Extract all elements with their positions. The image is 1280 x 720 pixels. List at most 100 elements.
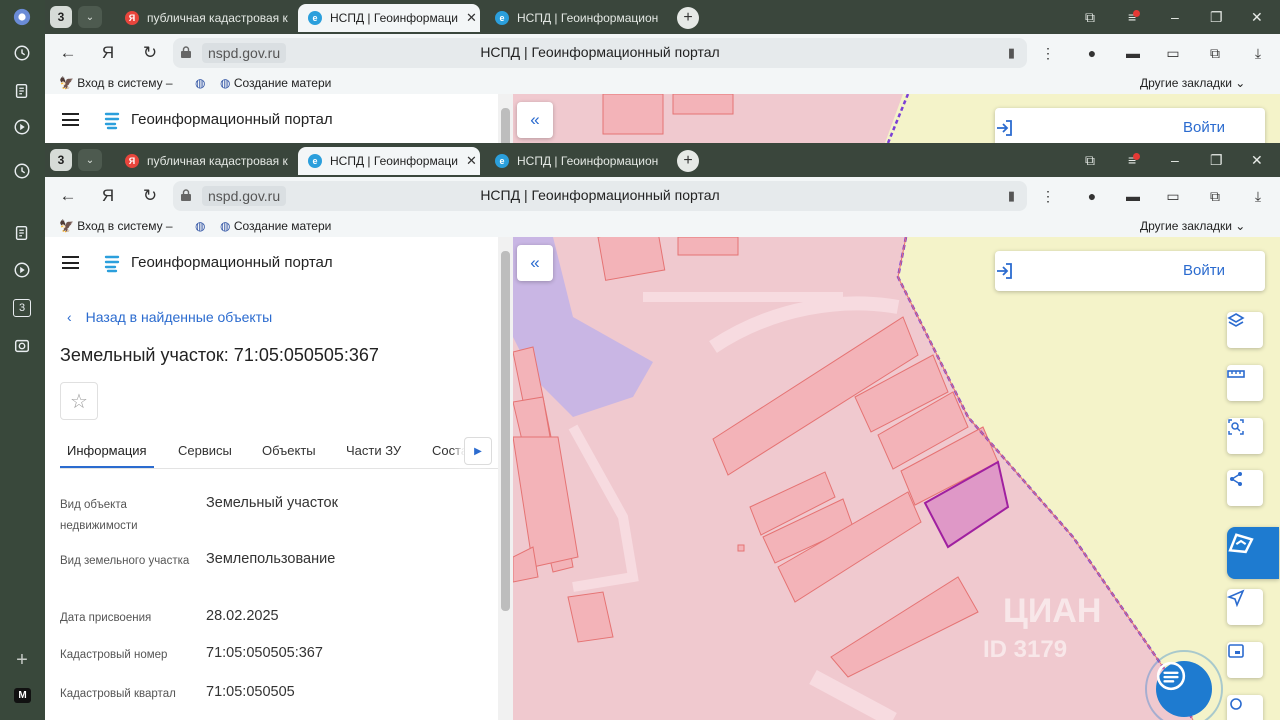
extension-icon[interactable]: ▬ <box>1123 187 1143 205</box>
reload-icon[interactable]: ↻ <box>139 43 161 63</box>
history-icon[interactable] <box>11 42 33 64</box>
back-arrow-icon[interactable]: ← <box>57 43 79 63</box>
collapse-panel-button[interactable]: « <box>517 245 553 281</box>
chat-button[interactable] <box>1156 661 1212 717</box>
bookmark-icon-item[interactable]: ◍ <box>195 219 205 233</box>
browser-tab[interactable]: Я публичная кадастровая к <box>115 4 295 32</box>
new-tab-button[interactable]: + <box>677 7 699 29</box>
tab-manager-icon[interactable]: ⧉ <box>1085 0 1095 34</box>
close-window-icon[interactable]: ✕ <box>1251 0 1263 34</box>
area-search-icon[interactable] <box>1227 418 1263 454</box>
scrollbar[interactable] <box>498 237 513 720</box>
menu-icon[interactable]: ⋮ <box>1038 44 1058 62</box>
tabs-count-icon[interactable]: 3 <box>11 297 33 319</box>
yandex-icon[interactable]: Я <box>97 186 119 206</box>
add-icon[interactable]: + <box>11 649 33 671</box>
tabs-scroll-right-icon[interactable]: ▶ <box>464 437 492 465</box>
tab-composition[interactable]: Соста <box>432 443 468 458</box>
collapse-panel-button[interactable]: « <box>517 102 553 138</box>
share-icon[interactable] <box>1227 470 1263 506</box>
back-link-label: Назад в найденные объекты <box>85 309 273 325</box>
browser-tab[interactable]: e НСПД | Геоинформацион <box>485 4 670 32</box>
chevron-down-icon[interactable]: ⌄ <box>78 149 102 171</box>
collections-icon[interactable] <box>11 80 33 102</box>
back-arrow-icon[interactable]: ← <box>57 186 79 206</box>
bookmark-icon[interactable]: ▮ <box>1008 188 1015 204</box>
browser-tab-active[interactable]: e НСПД | Геоинформаци ✕ <box>298 4 480 32</box>
tab-objects[interactable]: Объекты <box>262 443 316 458</box>
minimize-icon[interactable]: – <box>1171 143 1179 177</box>
hamburger-menu-icon[interactable] <box>62 256 79 269</box>
minimize-icon[interactable]: – <box>1171 0 1179 34</box>
extension-icon[interactable]: ● <box>1082 44 1102 62</box>
extension-icon[interactable]: ⧉ <box>1205 44 1225 62</box>
field-value: Земельный участок <box>206 495 338 511</box>
yandex-browser-icon[interactable] <box>11 6 33 28</box>
collections-icon[interactable] <box>11 222 33 244</box>
tab-counter[interactable]: 3 <box>50 6 72 28</box>
tab-parts[interactable]: Части ЗУ <box>346 443 401 458</box>
close-icon[interactable]: ✕ <box>466 10 477 26</box>
menu-icon[interactable]: ⋮ <box>1038 187 1058 205</box>
download-icon[interactable]: ⤓ <box>1248 187 1268 205</box>
tab-manager-icon[interactable]: ⧉ <box>1085 143 1095 177</box>
map-back[interactable]: « Войти <box>513 94 1280 143</box>
services-panel-button[interactable] <box>1227 527 1279 579</box>
field-label: Вид земельного участка <box>60 555 190 567</box>
nspd-favicon-icon: e <box>495 154 509 168</box>
locate-icon[interactable] <box>1227 695 1263 720</box>
browser-sidebar: 3 + M <box>0 0 45 720</box>
tab-information[interactable]: Информация <box>60 443 154 468</box>
reload-icon[interactable]: ↻ <box>139 186 161 206</box>
geolocation-icon[interactable] <box>1227 589 1263 625</box>
new-tab-button[interactable]: + <box>677 150 699 172</box>
cadastral-map[interactable]: ЦИАН ID 3179 « Войти <box>513 237 1280 720</box>
bookmark-item[interactable]: 🦅 Вход в систему – <box>59 219 173 233</box>
bookmark-item[interactable]: 🦅 Вход в систему – <box>59 76 173 90</box>
battery-icon[interactable]: ▭ <box>1163 187 1183 205</box>
battery-icon[interactable]: ▭ <box>1163 44 1183 62</box>
restore-icon[interactable]: ❐ <box>1210 143 1223 177</box>
url-field[interactable]: nspd.gov.ru НСПД | Геоинформационный пор… <box>173 181 1027 211</box>
bookmark-icon-item[interactable]: ◍ <box>195 76 205 90</box>
url-field[interactable]: nspd.gov.ru НСПД | Геоинформационный пор… <box>173 38 1027 68</box>
extension-icon[interactable]: ● <box>1082 187 1102 205</box>
back-link[interactable]: ‹ Назад в найденные объекты <box>67 309 272 325</box>
favorite-star-icon[interactable]: ☆ <box>60 382 98 420</box>
chevron-down-icon[interactable]: ⌄ <box>78 6 102 28</box>
bookmark-item[interactable]: ◍ Создание матери <box>220 219 331 233</box>
chat-icon <box>1156 661 1186 691</box>
video-icon[interactable] <box>11 259 33 281</box>
tab-services[interactable]: Сервисы <box>178 443 232 458</box>
m-icon[interactable]: M <box>14 688 31 703</box>
ruler-icon[interactable] <box>1227 365 1263 401</box>
yandex-icon[interactable]: Я <box>97 43 119 63</box>
close-window-icon[interactable]: ✕ <box>1251 143 1263 177</box>
bookmark-item[interactable]: ◍ Создание матери <box>220 76 331 90</box>
tab-title: публичная кадастровая к <box>147 11 288 25</box>
download-icon[interactable]: ⤓ <box>1248 44 1268 62</box>
browser-tab-active[interactable]: e НСПД | Геоинформаци ✕ <box>298 147 480 175</box>
field-value: Землепользование <box>206 551 336 567</box>
history-icon[interactable] <box>11 160 33 182</box>
restore-icon[interactable]: ❐ <box>1210 0 1223 34</box>
scrollbar[interactable] <box>498 94 513 143</box>
extension-icon[interactable]: ⧉ <box>1205 187 1225 205</box>
other-bookmarks[interactable]: Другие закладки ⌄ <box>1140 219 1245 233</box>
screenshot-icon[interactable] <box>11 335 33 357</box>
notifications-icon[interactable]: ≡ <box>1128 143 1141 177</box>
layers-icon[interactable] <box>1227 312 1263 348</box>
other-bookmarks[interactable]: Другие закладки ⌄ <box>1140 76 1245 90</box>
close-icon[interactable]: ✕ <box>466 153 477 169</box>
browser-tab[interactable]: e НСПД | Геоинформацион <box>485 147 670 175</box>
video-icon[interactable] <box>11 116 33 138</box>
notifications-icon[interactable]: ≡ <box>1128 0 1141 34</box>
extension-icon[interactable]: ▬ <box>1123 44 1143 62</box>
bookmark-icon[interactable]: ▮ <box>1008 45 1015 61</box>
browser-tab[interactable]: Я публичная кадастровая к <box>115 147 295 175</box>
hamburger-menu-icon[interactable] <box>62 113 79 126</box>
tab-counter[interactable]: 3 <box>50 149 72 171</box>
login-button[interactable]: Войти <box>995 251 1265 291</box>
minimap-icon[interactable] <box>1227 642 1263 678</box>
login-button[interactable]: Войти <box>995 108 1265 143</box>
